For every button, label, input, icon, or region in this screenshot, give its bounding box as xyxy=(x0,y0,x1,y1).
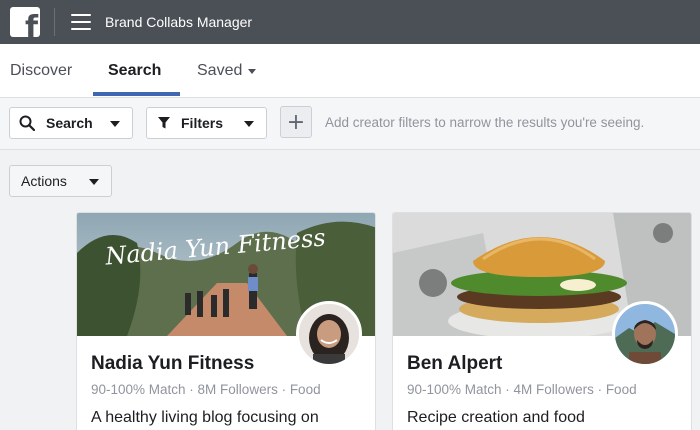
chevron-down-icon xyxy=(110,121,120,127)
tab-saved[interactable]: Saved xyxy=(197,44,257,98)
tab-discover[interactable]: Discover xyxy=(10,44,72,98)
actions-dropdown-button[interactable]: Actions xyxy=(9,165,112,197)
chevron-down-icon xyxy=(244,121,254,127)
chevron-down-icon xyxy=(89,179,99,185)
chevron-down-icon xyxy=(248,68,257,74)
tab-label: Discover xyxy=(10,62,73,79)
creator-name[interactable]: Ben Alpert xyxy=(407,353,502,375)
filters-dropdown-button[interactable]: Filters xyxy=(146,107,267,139)
tab-bar: Discover Search Saved xyxy=(0,44,700,98)
active-tab-indicator xyxy=(93,92,180,96)
tab-label: Saved xyxy=(197,62,243,79)
tab-search[interactable]: Search xyxy=(108,44,161,98)
tab-label: Search xyxy=(108,62,162,79)
facebook-logo-icon[interactable]: f xyxy=(10,7,40,37)
filters-button-label: Filters xyxy=(181,115,224,131)
add-filter-button[interactable]: + xyxy=(280,106,312,138)
search-dropdown-button[interactable]: Search xyxy=(9,107,133,139)
avatar xyxy=(612,301,678,367)
filter-hint-text: Add creator filters to narrow the result… xyxy=(325,115,645,130)
divider xyxy=(54,8,55,36)
filter-bar: Search Filters + Add creator filters to … xyxy=(0,98,700,150)
creator-name[interactable]: Nadia Yun Fitness xyxy=(91,353,254,375)
hamburger-menu-icon[interactable] xyxy=(71,14,91,30)
search-icon xyxy=(19,115,35,131)
creator-card[interactable]: Nadia Yun Fitness Nadia Yun Fitness 90-1… xyxy=(76,212,376,430)
filter-icon xyxy=(158,117,170,129)
creator-description: Recipe creation and food xyxy=(407,409,585,426)
avatar xyxy=(296,301,362,367)
creator-description: A healthy living blog focusing on xyxy=(91,409,319,426)
plus-icon: + xyxy=(286,109,306,135)
creator-meta: 90-100% Match · 4M Followers · Food xyxy=(407,382,637,397)
actions-button-label: Actions xyxy=(21,173,67,189)
logo-letter: f xyxy=(24,10,38,38)
creator-meta: 90-100% Match · 8M Followers · Food xyxy=(91,382,321,397)
creator-card[interactable]: Ben Alpert 90-100% Match · 4M Followers … xyxy=(392,212,692,430)
search-button-label: Search xyxy=(46,115,93,131)
results-area: Actions Nadia Yun Fitness Nadia Yun Fitn… xyxy=(0,150,700,430)
app-title: Brand Collabs Manager xyxy=(105,14,253,30)
top-bar: f Brand Collabs Manager xyxy=(0,0,700,44)
